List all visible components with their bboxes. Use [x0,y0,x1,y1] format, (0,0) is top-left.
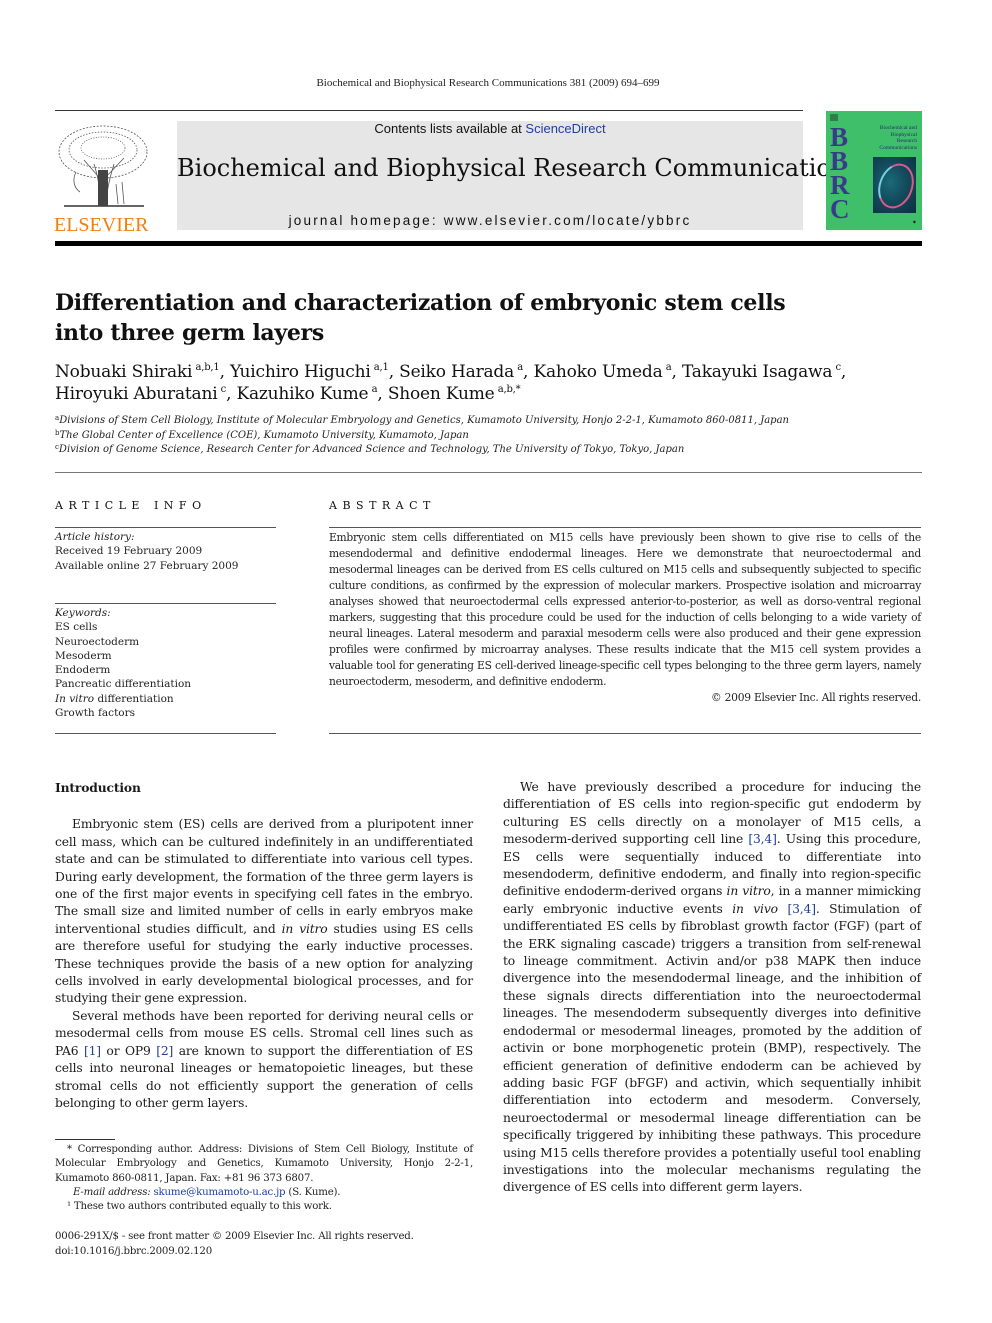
divider [55,527,276,528]
affiliation: bThe Global Center of Excellence (COE), … [55,428,469,441]
elsevier-tree-icon [58,125,148,207]
author[interactable]: Nobuaki Shiraki a,b,1 [55,362,220,382]
doi-link[interactable]: doi:10.1016/j.bbrc.2009.02.120 [55,1245,485,1260]
cover-image-arc [872,158,920,214]
keyword: Growth factors [55,707,136,720]
received-date: Received 19 February 2009 [55,545,203,558]
article-info-heading: ARTICLE INFO [55,499,207,512]
author[interactable]: Shoen Kume a,b,* [388,384,521,404]
elsevier-wordmark: ELSEVIER [54,214,149,236]
citation-link[interactable]: [3,4] [787,902,816,916]
keyword: Endoderm [55,664,111,677]
email-link[interactable]: skume@kumamoto-u.ac.jp [154,1187,286,1198]
cover-publisher-icon: ◆ [912,219,916,224]
elsevier-logo[interactable]: ELSEVIER [54,122,154,236]
cover-publisher-mark-icon [830,114,838,121]
contents-prefix: Contents lists available at [374,121,526,136]
cover-title: Biochemical and Biophysical Research Com… [857,125,917,151]
footnotes: * Corresponding author. Address: Divisio… [55,1143,473,1214]
author-list: Nobuaki Shiraki a,b,1, Yuichiro Higuchi … [55,362,847,404]
article-title-line: Differentiation and characterization of … [55,290,786,316]
footnote-divider [55,1139,115,1140]
keyword: Pancreatic differentiation [55,678,192,691]
affiliation: aDivisions of Stem Cell Biology, Institu… [55,414,789,427]
journal-title: Biochemical and Biophysical Research Com… [177,154,859,182]
masthead-divider [55,241,922,246]
keyword: ES cells [55,621,98,634]
paragraph: Several methods have been reported for d… [55,1008,473,1110]
article-title-line: into three germ layers [55,320,324,346]
contents-line: Contents lists available at ScienceDirec… [177,121,803,136]
header-divider [55,110,803,111]
citation-link[interactable]: [3,4] [748,832,777,846]
keyword: Neuroectoderm [55,635,140,648]
body-column-left: Introduction Embryonic stem (ES) cells a… [55,779,473,1112]
journal-homepage-link[interactable]: journal homepage: www.elsevier.com/locat… [177,213,803,228]
paragraph: Embryonic stem (ES) cells are derived fr… [55,817,473,1006]
running-head: Biochemical and Biophysical Research Com… [316,77,660,89]
page-footer: 0006-291X/$ - see front matter © 2009 El… [55,1230,485,1259]
sciencedirect-link[interactable]: ScienceDirect [525,121,605,136]
journal-cover[interactable]: B B R C Biochemical and Biophysical Rese… [826,111,922,230]
issn-line: 0006-291X/$ - see front matter © 2009 El… [55,1231,414,1242]
body-column-right: We have previously described a procedure… [503,779,921,1197]
affiliation: cDivision of Genome Science, Research Ce… [55,443,685,456]
section-divider [55,472,922,473]
keywords: Keywords: ES cells Neuroectoderm Mesoder… [55,606,276,720]
article-title: Differentiation and characterization of … [55,288,925,348]
history-label: Article history: [55,531,135,543]
author[interactable]: Takayuki Isagawa c [682,362,841,382]
citation-link[interactable]: [1] [84,1044,101,1058]
section-heading-introduction: Introduction [55,780,141,795]
cover-image [872,157,920,214]
keywords-label: Keywords: [55,607,111,619]
article-history: Article history: Received 19 February 20… [55,530,276,573]
abstract-heading: ABSTRACT [329,499,436,512]
journal-banner: Contents lists available at ScienceDirec… [177,121,859,230]
affiliations: aDivisions of Stem Cell Biology, Institu… [55,414,935,458]
citation-link[interactable]: [2] [156,1044,173,1058]
keyword: Mesoderm [55,649,112,662]
divider [55,603,276,604]
divider [329,733,921,734]
divider [329,527,921,528]
footnote-email: E-mail address: skume@kumamoto-u.ac.jp (… [73,1186,341,1198]
abstract-copyright: © 2009 Elsevier Inc. All rights reserved… [711,691,921,704]
divider [55,733,276,734]
author[interactable]: Seiko Harada a [399,362,523,382]
footnote-corresponding: * Corresponding author. Address: Divisio… [55,1144,473,1184]
footnote-equal-contribution: ¹ These two authors contributed equally … [67,1201,332,1213]
abstract-body: Embryonic stem cells differentiated on M… [329,530,921,706]
author[interactable]: Kahoko Umeda a [533,362,671,382]
author[interactable]: Hiroyuki Aburatani c [55,384,226,404]
author[interactable]: Kazuhiko Kume a [236,384,377,404]
cover-title-line: Communications [879,144,917,151]
available-date: Available online 27 February 2009 [55,559,239,572]
keyword: In vitro differentiation [55,692,174,705]
cover-letter: C [830,194,850,224]
author[interactable]: Yuichiro Higuchi a,1 [230,362,389,382]
abstract-text: Embryonic stem cells differentiated on M… [329,531,921,688]
paragraph: We have previously described a procedure… [503,780,921,1195]
cover-letters: B B R C [830,124,850,224]
